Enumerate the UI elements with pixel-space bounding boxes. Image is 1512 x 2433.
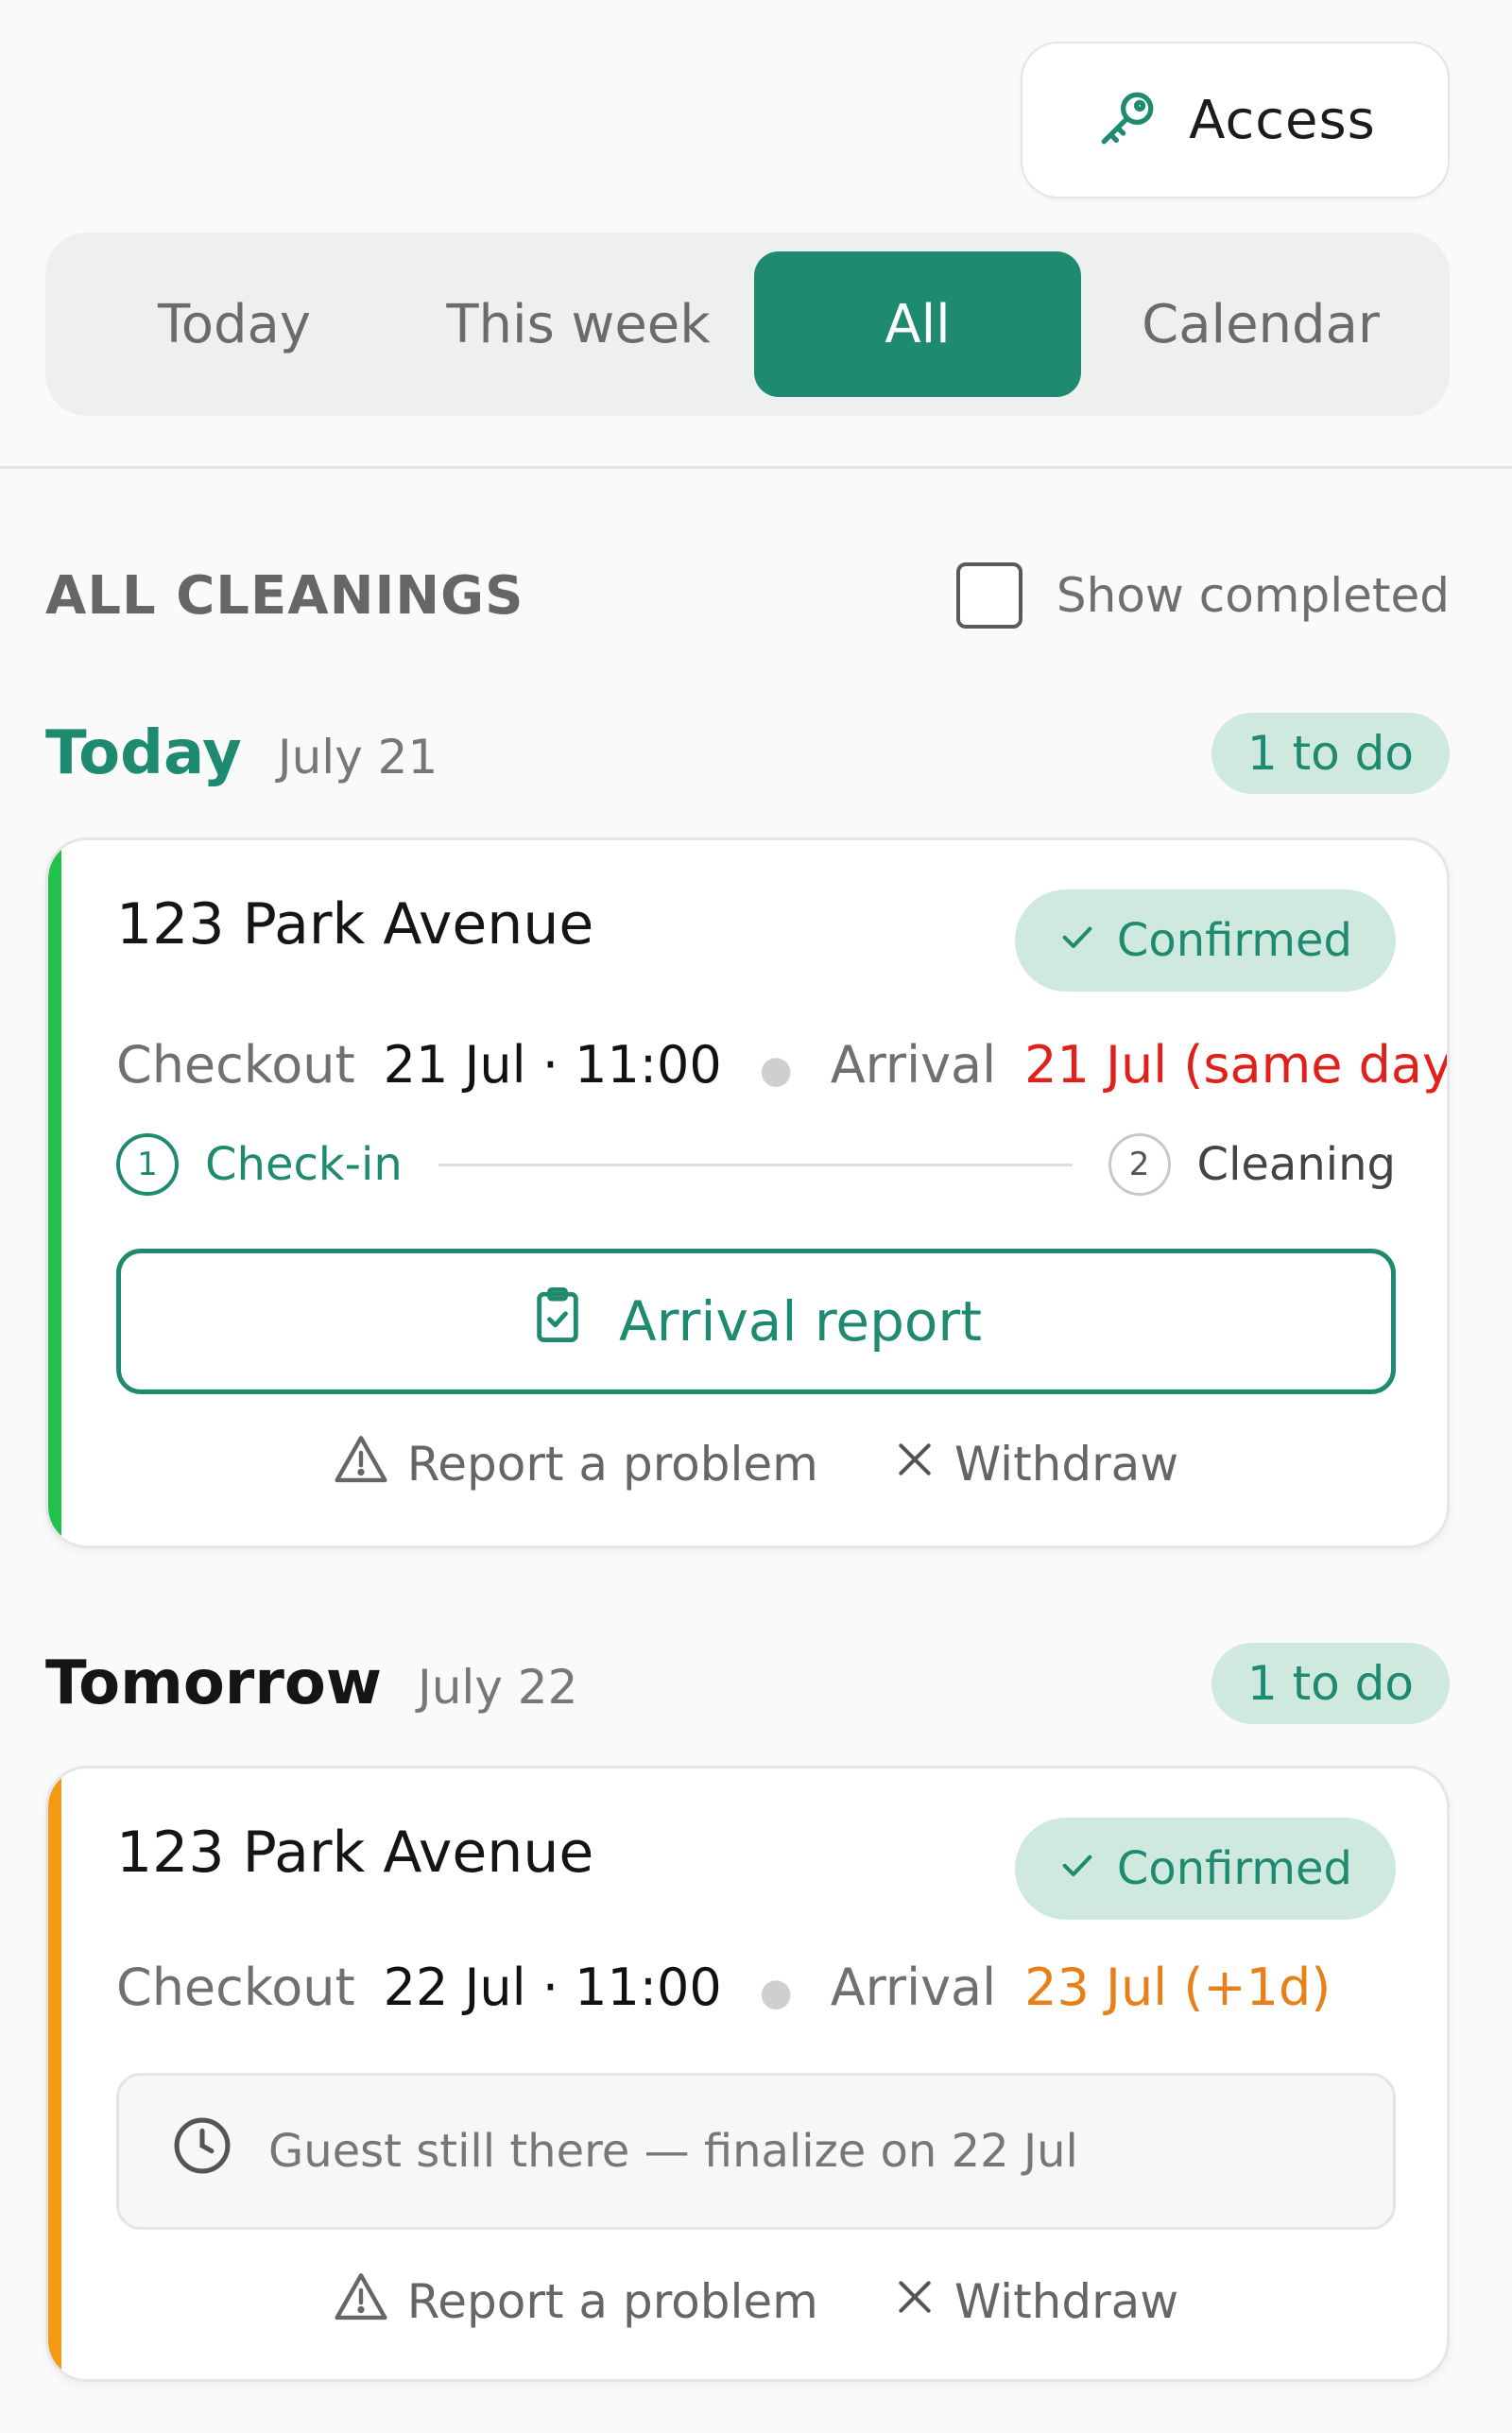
checkout-label: Checkout — [116, 1958, 355, 2017]
section-title: ALL CLEANINGS — [45, 564, 524, 627]
report-problem-button[interactable]: Report a problem — [334, 1433, 818, 1495]
report-problem-button[interactable]: Report a problem — [334, 2270, 818, 2333]
close-icon — [894, 1437, 936, 1492]
cleaning-card: 123 Park Avenue Confirmed Checkout 21 Ju… — [45, 837, 1450, 1548]
access-button[interactable]: Access — [1021, 42, 1450, 198]
day-name: Today — [45, 718, 242, 788]
step-label: Check-in — [205, 1138, 403, 1191]
close-icon — [894, 2274, 936, 2329]
tab-today[interactable]: Today — [62, 251, 406, 397]
show-completed-toggle[interactable]: Show completed — [955, 562, 1450, 629]
separator-dot: ● — [759, 1971, 793, 2014]
arrival-label: Arrival — [830, 1958, 997, 2017]
schedule-line: Checkout 21 Jul · 11:00 ● Arrival 21 Jul… — [116, 1035, 1450, 1095]
warning-icon — [334, 1433, 388, 1495]
warning-icon — [334, 2270, 388, 2333]
step-number: 2 — [1108, 1133, 1171, 1196]
step-check-in: 1 Check-in — [116, 1133, 403, 1196]
status-label: Confirmed — [1116, 914, 1352, 967]
withdraw-label: Withdraw — [954, 1437, 1179, 1492]
card-actions: Report a problem Withdraw — [116, 1426, 1396, 1502]
todo-count-badge: 1 to do — [1211, 1643, 1450, 1724]
status-badge: Confirmed — [1014, 1818, 1396, 1920]
day-name: Tomorrow — [45, 1648, 382, 1718]
withdraw-button[interactable]: Withdraw — [894, 1437, 1178, 1492]
step-label: Cleaning — [1196, 1138, 1396, 1191]
show-completed-label: Show completed — [1056, 568, 1450, 623]
separator-dot: ● — [759, 1048, 793, 1092]
property-address: 123 Park Avenue — [116, 891, 594, 958]
cleaning-card: 123 Park Avenue Confirmed Checkout 22 Ju… — [45, 1766, 1450, 2382]
clipboard-check-icon — [530, 1284, 585, 1359]
tab-calendar[interactable]: Calendar — [1085, 251, 1436, 397]
check-icon — [1058, 914, 1096, 967]
arrival-value: 23 Jul (+1d) — [1024, 1958, 1332, 2017]
view-segmented-control: Today This week All Calendar — [45, 233, 1450, 416]
step-cleaning: 2 Cleaning — [1108, 1133, 1396, 1196]
arrival-label: Arrival — [830, 1035, 997, 1095]
check-icon — [1058, 1842, 1096, 1895]
section-header: ALL CLEANINGS Show completed — [45, 558, 1450, 633]
arrival-report-button[interactable]: Arrival report — [116, 1249, 1396, 1394]
show-completed-checkbox[interactable] — [955, 562, 1022, 629]
withdraw-label: Withdraw — [954, 2274, 1179, 2329]
guest-notice: Guest still there — finalize on 22 Jul — [116, 2073, 1396, 2230]
tab-this-week[interactable]: This week — [406, 251, 750, 397]
status-label: Confirmed — [1116, 1842, 1352, 1895]
card-actions: Report a problem Withdraw — [116, 2264, 1396, 2339]
arrival-value: 21 Jul (same day) — [1024, 1035, 1450, 1095]
progress-steps: 1 Check-in 2 Cleaning — [116, 1131, 1396, 1198]
tab-all[interactable]: All — [754, 251, 1081, 397]
day-group-header: Tomorrow July 22 1 to do — [45, 1641, 1450, 1726]
day-date: July 22 — [418, 1660, 578, 1715]
notice-text: Guest still there — finalize on 22 Jul — [268, 2125, 1078, 2178]
status-stripe — [48, 840, 61, 1545]
report-problem-label: Report a problem — [406, 1437, 818, 1492]
step-connector — [438, 1163, 1073, 1166]
property-address: 123 Park Avenue — [116, 1820, 594, 1886]
withdraw-button[interactable]: Withdraw — [894, 2274, 1178, 2329]
checkout-value: 22 Jul · 11:00 — [383, 1958, 722, 2017]
arrival-report-label: Arrival report — [618, 1289, 983, 1354]
checkout-label: Checkout — [116, 1035, 355, 1095]
step-number: 1 — [116, 1133, 179, 1196]
day-date: July 21 — [277, 730, 438, 785]
clock-icon — [170, 2114, 234, 2189]
todo-count-badge: 1 to do — [1211, 713, 1450, 794]
report-problem-label: Report a problem — [406, 2274, 818, 2329]
key-icon — [1094, 85, 1160, 155]
day-group-header: Today July 21 1 to do — [45, 711, 1450, 796]
status-badge: Confirmed — [1014, 889, 1396, 992]
checkout-value: 21 Jul · 11:00 — [383, 1035, 722, 1095]
access-label: Access — [1189, 89, 1376, 151]
status-stripe — [48, 1769, 61, 2379]
top-header: Access Today This week All Calendar — [0, 0, 1512, 469]
schedule-line: Checkout 22 Jul · 11:00 ● Arrival 23 Jul… — [116, 1958, 1331, 2017]
